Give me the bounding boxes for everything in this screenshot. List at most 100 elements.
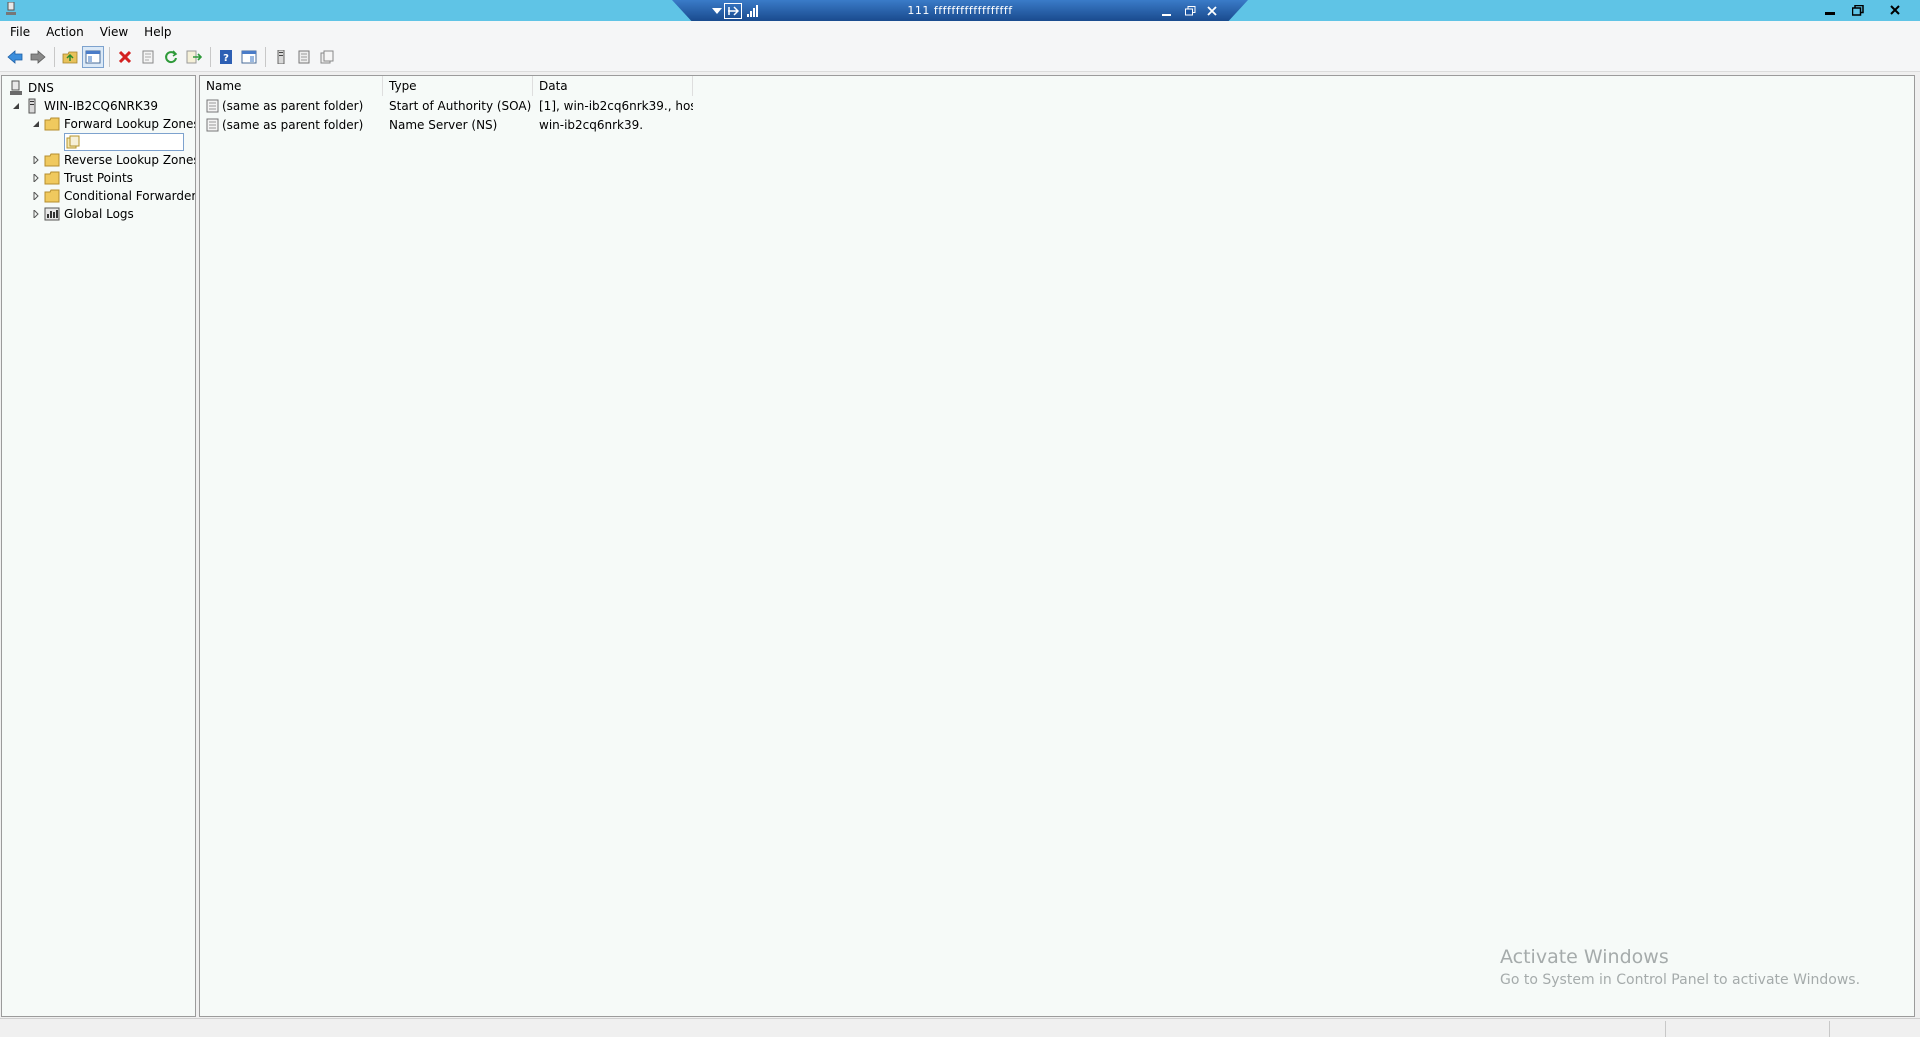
close-icon bbox=[1207, 6, 1217, 16]
toolbar-separator bbox=[54, 47, 55, 67]
export-list-button[interactable] bbox=[183, 46, 205, 68]
records-list: Name Type Data (same as parent folder) S… bbox=[199, 75, 1915, 1017]
delete-button[interactable] bbox=[114, 46, 136, 68]
new-record-button[interactable] bbox=[293, 46, 315, 68]
tree-label-conditional-forwarders: Conditional Forwarders bbox=[64, 189, 196, 203]
back-button[interactable] bbox=[4, 46, 26, 68]
tree-label-dns: DNS bbox=[28, 81, 54, 95]
server-icon bbox=[277, 50, 285, 64]
help-icon: ? bbox=[220, 50, 232, 64]
status-bar bbox=[0, 1018, 1920, 1037]
list-header: Name Type Data bbox=[200, 76, 693, 96]
record-icon bbox=[298, 50, 310, 64]
restore-icon bbox=[1852, 4, 1864, 16]
record-type: Start of Authority (SOA) bbox=[389, 98, 532, 113]
record-icon bbox=[206, 99, 219, 112]
expand-arrow-icon[interactable] bbox=[30, 154, 42, 166]
tree-label-global-logs: Global Logs bbox=[64, 207, 134, 221]
tree-item-server[interactable]: WIN-IB2CQ6NRK39 bbox=[10, 97, 158, 115]
refresh-icon bbox=[165, 50, 178, 64]
export-list-icon bbox=[186, 50, 202, 64]
svg-text:?: ? bbox=[223, 53, 229, 64]
help-button[interactable]: ? bbox=[215, 46, 237, 68]
record-data: [1], win-ib2cq6nrk39., hos... bbox=[539, 98, 693, 113]
folder-icon bbox=[44, 116, 60, 132]
watermark-subtitle: Go to System in Control Panel to activat… bbox=[1500, 972, 1861, 988]
toolbar-separator bbox=[265, 47, 266, 67]
up-folder-icon bbox=[62, 51, 78, 64]
minimize-icon bbox=[1825, 12, 1835, 15]
tree-item-forward-lookup-zones[interactable]: Forward Lookup Zones bbox=[30, 115, 196, 133]
toolbar: ? bbox=[0, 43, 1920, 72]
menu-view[interactable]: View bbox=[92, 21, 136, 43]
record-type: Name Server (NS) bbox=[389, 117, 498, 132]
column-header-data[interactable]: Data bbox=[533, 76, 693, 96]
expand-arrow-icon[interactable] bbox=[30, 208, 42, 220]
toolbar-separator bbox=[109, 47, 110, 67]
tree-item-reverse-lookup-zones[interactable]: Reverse Lookup Zones bbox=[30, 151, 196, 169]
server-icon bbox=[24, 98, 40, 114]
collapse-arrow-icon[interactable] bbox=[10, 100, 22, 112]
menu-action[interactable]: Action bbox=[38, 21, 92, 43]
tree-label-forward-lookup-zones: Forward Lookup Zones bbox=[64, 117, 196, 131]
dns-icon bbox=[8, 80, 24, 96]
show-hide-action-pane-button[interactable] bbox=[238, 46, 260, 68]
show-hide-console-tree-button[interactable] bbox=[82, 46, 104, 68]
record-name: (same as parent folder) bbox=[222, 98, 364, 113]
folder-icon bbox=[44, 170, 60, 186]
remote-minimize-button[interactable] bbox=[1158, 3, 1176, 19]
watermark-title: Activate Windows bbox=[1500, 946, 1669, 968]
remote-close-button[interactable] bbox=[1203, 3, 1221, 19]
show-hide-action-pane-icon bbox=[241, 50, 257, 64]
close-button[interactable] bbox=[1882, 0, 1908, 20]
tree-item-dns[interactable]: DNS bbox=[8, 79, 54, 97]
tree-label-server: WIN-IB2CQ6NRK39 bbox=[44, 99, 159, 113]
show-hide-console-tree-icon bbox=[85, 50, 101, 64]
restore-icon bbox=[1184, 6, 1195, 16]
dns-app-icon bbox=[6, 2, 16, 15]
remote-restore-button[interactable] bbox=[1181, 3, 1199, 19]
status-separator bbox=[1829, 1021, 1830, 1037]
minimize-button[interactable] bbox=[1817, 0, 1843, 20]
properties-icon bbox=[142, 50, 154, 64]
server-button[interactable] bbox=[270, 46, 292, 68]
record-data: win-ib2cq6nrk39. bbox=[539, 117, 644, 132]
menu-bar: File Action View Help bbox=[0, 21, 1920, 43]
tree-item-conditional-forwarders[interactable]: Conditional Forwarders bbox=[30, 187, 196, 205]
new-zone-name-input[interactable] bbox=[64, 133, 184, 151]
back-icon bbox=[7, 50, 23, 64]
collapse-arrow-icon[interactable] bbox=[30, 118, 42, 130]
table-row[interactable]: (same as parent folder) Name Server (NS)… bbox=[200, 115, 693, 134]
forward-icon bbox=[30, 50, 46, 64]
up-one-level-button[interactable] bbox=[59, 46, 81, 68]
new-zone-button[interactable] bbox=[316, 46, 338, 68]
tree-label-reverse-lookup-zones: Reverse Lookup Zones bbox=[64, 153, 196, 167]
zone-icon bbox=[66, 135, 80, 149]
tree-item-trust-points[interactable]: Trust Points bbox=[30, 169, 133, 187]
expand-arrow-icon[interactable] bbox=[30, 172, 42, 184]
menu-help[interactable]: Help bbox=[136, 21, 179, 43]
record-name: (same as parent folder) bbox=[222, 117, 364, 132]
tree-label-trust-points: Trust Points bbox=[64, 171, 133, 185]
refresh-button[interactable] bbox=[160, 46, 182, 68]
console-tree: DNS WIN-IB2CQ6NRK39 Forward Lookup Zones… bbox=[1, 75, 196, 1017]
expand-arrow-icon[interactable] bbox=[30, 190, 42, 202]
tree-item-global-logs[interactable]: Global Logs bbox=[30, 205, 134, 223]
activate-windows-watermark: Activate Windows Go to System in Control… bbox=[1500, 946, 1860, 988]
forward-button[interactable] bbox=[27, 46, 49, 68]
table-row[interactable]: (same as parent folder) Start of Authori… bbox=[200, 96, 693, 115]
restore-button[interactable] bbox=[1845, 0, 1871, 20]
menu-file[interactable]: File bbox=[0, 21, 38, 43]
status-separator bbox=[1665, 1021, 1666, 1037]
event-log-icon bbox=[44, 206, 60, 222]
zone-icon bbox=[320, 50, 334, 64]
folder-icon bbox=[44, 152, 60, 168]
close-icon bbox=[1890, 5, 1900, 15]
properties-button[interactable] bbox=[137, 46, 159, 68]
delete-icon bbox=[118, 50, 132, 64]
toolbar-separator bbox=[210, 47, 211, 67]
column-header-type[interactable]: Type bbox=[383, 76, 533, 96]
minimize-icon bbox=[1162, 14, 1171, 16]
column-header-name[interactable]: Name bbox=[200, 76, 383, 96]
folder-icon bbox=[44, 188, 60, 204]
